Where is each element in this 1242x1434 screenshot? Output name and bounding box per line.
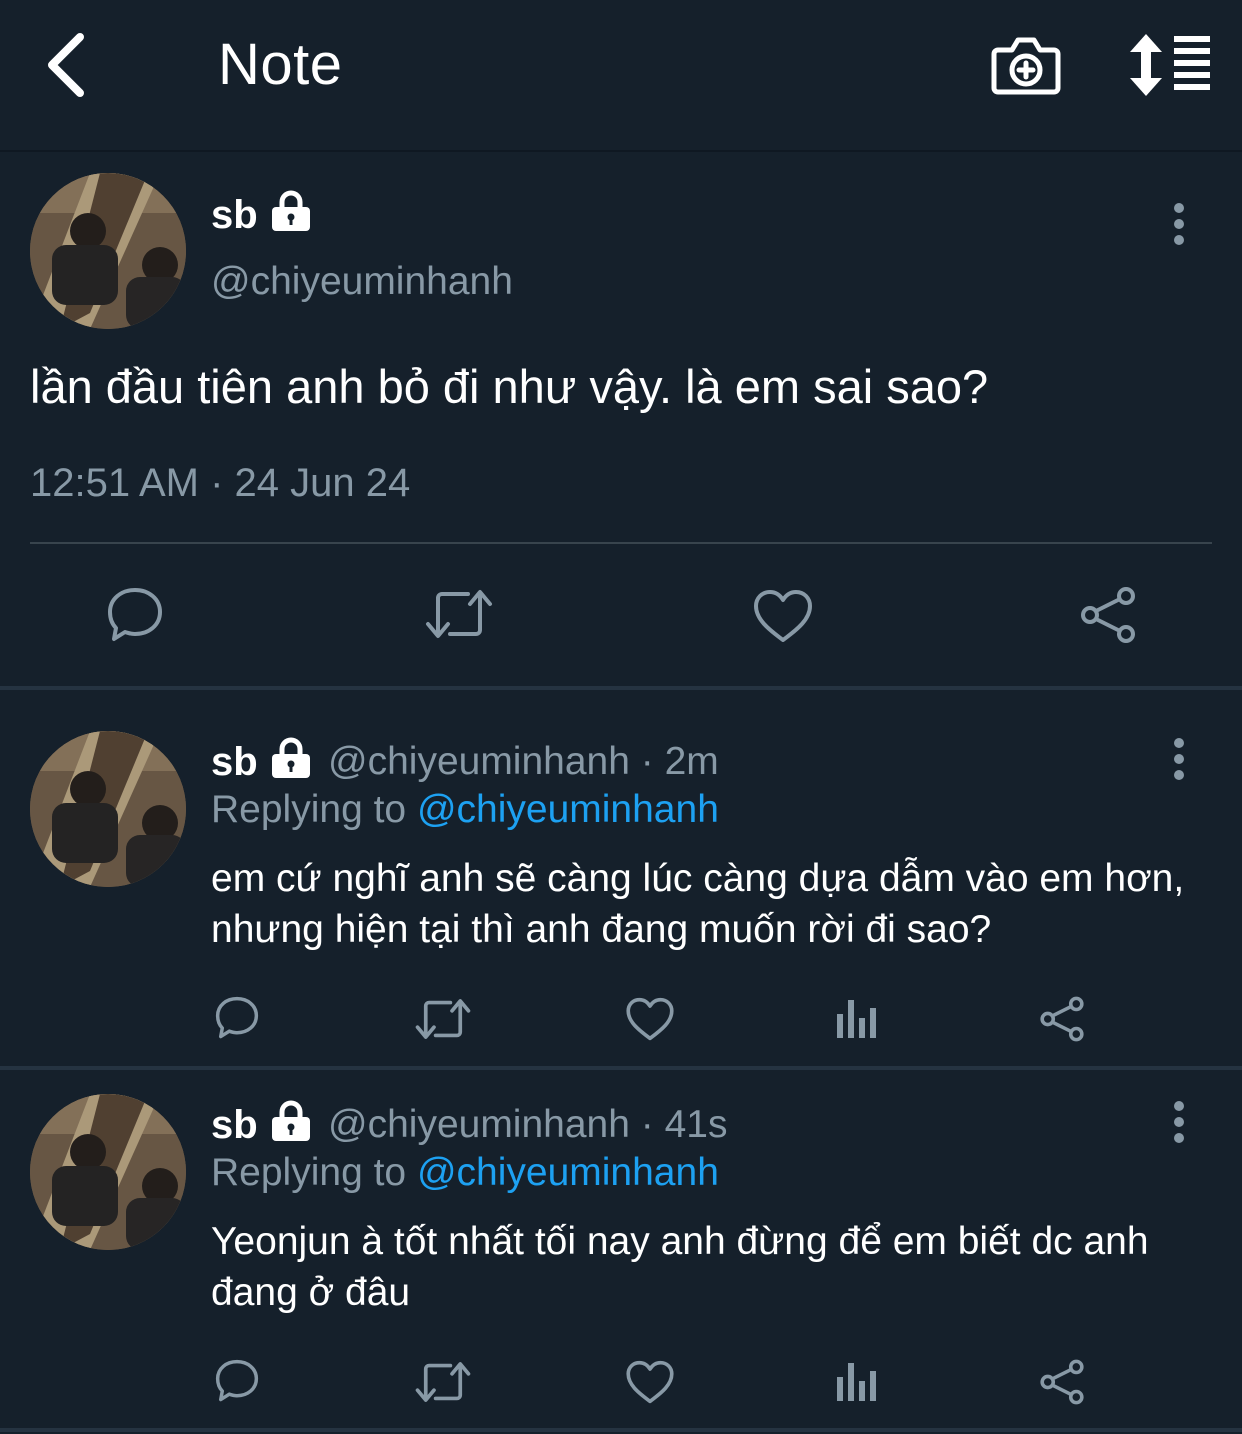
share-button[interactable] <box>1038 1359 1086 1405</box>
reply-button[interactable] <box>213 994 261 1042</box>
camera-button[interactable] <box>990 30 1062 102</box>
retweet-icon <box>415 1362 471 1402</box>
tweet-text: Yeonjun à tốt nhất tối nay anh đừng để e… <box>211 1220 1149 1314</box>
reply-icon <box>215 1359 259 1402</box>
reply-button[interactable] <box>104 584 166 646</box>
divider <box>30 542 1212 544</box>
share-icon <box>1040 1359 1084 1405</box>
reply-button[interactable] <box>213 1357 261 1405</box>
page-title: Note <box>218 32 343 97</box>
section-separator <box>0 1066 1242 1070</box>
retweet-button[interactable] <box>414 1359 472 1405</box>
analytics-button[interactable] <box>834 1359 878 1403</box>
like-button[interactable] <box>625 1359 675 1405</box>
avatar[interactable] <box>30 173 186 329</box>
replying-to: Replying to @chiyeuminhanh <box>211 1149 719 1197</box>
avatar-photo <box>30 173 186 329</box>
lock-icon <box>272 190 310 231</box>
share-button[interactable] <box>1038 996 1086 1042</box>
user-handle-time[interactable]: @chiyeuminhanh · 41s <box>328 1101 727 1149</box>
share-button[interactable] <box>1078 586 1138 644</box>
section-separator <box>0 686 1242 690</box>
retweet-button[interactable] <box>414 996 472 1042</box>
back-button[interactable] <box>30 25 110 105</box>
replying-to-link[interactable]: @chiyeuminhanh <box>417 788 719 831</box>
lock-icon <box>272 737 310 778</box>
more-vertical-icon[interactable] <box>1164 735 1194 785</box>
reply-icon <box>108 588 162 641</box>
lock-icon <box>272 1100 310 1141</box>
heart-icon <box>754 590 812 642</box>
share-icon <box>1081 587 1135 643</box>
display-name[interactable]: sb <box>211 1101 258 1149</box>
avatar[interactable] <box>30 731 186 887</box>
section-separator <box>0 1428 1242 1432</box>
top-bar: Note <box>0 0 1242 152</box>
tweet-text: em cứ nghĩ anh sẽ càng lúc càng dựa dẫm … <box>211 857 1185 951</box>
tweet-timestamp: 12:51 AM · 24 Jun 24 <box>30 461 411 505</box>
retweet-icon <box>426 590 492 638</box>
avatar-photo <box>30 1094 186 1250</box>
display-name[interactable]: sb <box>211 738 258 786</box>
more-vertical-icon[interactable] <box>1164 1098 1194 1148</box>
back-arrow-icon <box>48 33 84 97</box>
heart-icon <box>626 997 674 1041</box>
avatar[interactable] <box>30 1094 186 1250</box>
like-button[interactable] <box>625 996 675 1042</box>
camera-plus-icon <box>991 37 1061 95</box>
share-icon <box>1040 996 1084 1042</box>
retweet-icon <box>415 999 471 1039</box>
replying-label: Replying to <box>211 788 417 831</box>
user-handle-time[interactable]: @chiyeuminhanh · 2m <box>328 738 719 786</box>
more-vertical-icon[interactable] <box>1164 200 1194 250</box>
retweet-button[interactable] <box>424 586 494 642</box>
analytics-icon <box>837 1000 876 1038</box>
tweet-text: lần đầu tiên anh bỏ đi như vậy. là em sa… <box>30 360 989 413</box>
like-button[interactable] <box>752 588 814 644</box>
reply-icon <box>215 996 259 1039</box>
replying-to: Replying to @chiyeuminhanh <box>211 786 719 834</box>
display-name[interactable]: sb <box>211 191 258 239</box>
analytics-icon <box>837 1363 876 1401</box>
heart-icon <box>626 1360 674 1404</box>
sort-icon <box>1130 34 1210 96</box>
avatar-photo <box>30 731 186 887</box>
sort-button[interactable] <box>1128 32 1212 98</box>
replying-label: Replying to <box>211 1151 417 1194</box>
replying-to-link[interactable]: @chiyeuminhanh <box>417 1151 719 1194</box>
analytics-button[interactable] <box>834 996 878 1040</box>
user-handle[interactable]: @chiyeuminhanh <box>211 258 513 306</box>
